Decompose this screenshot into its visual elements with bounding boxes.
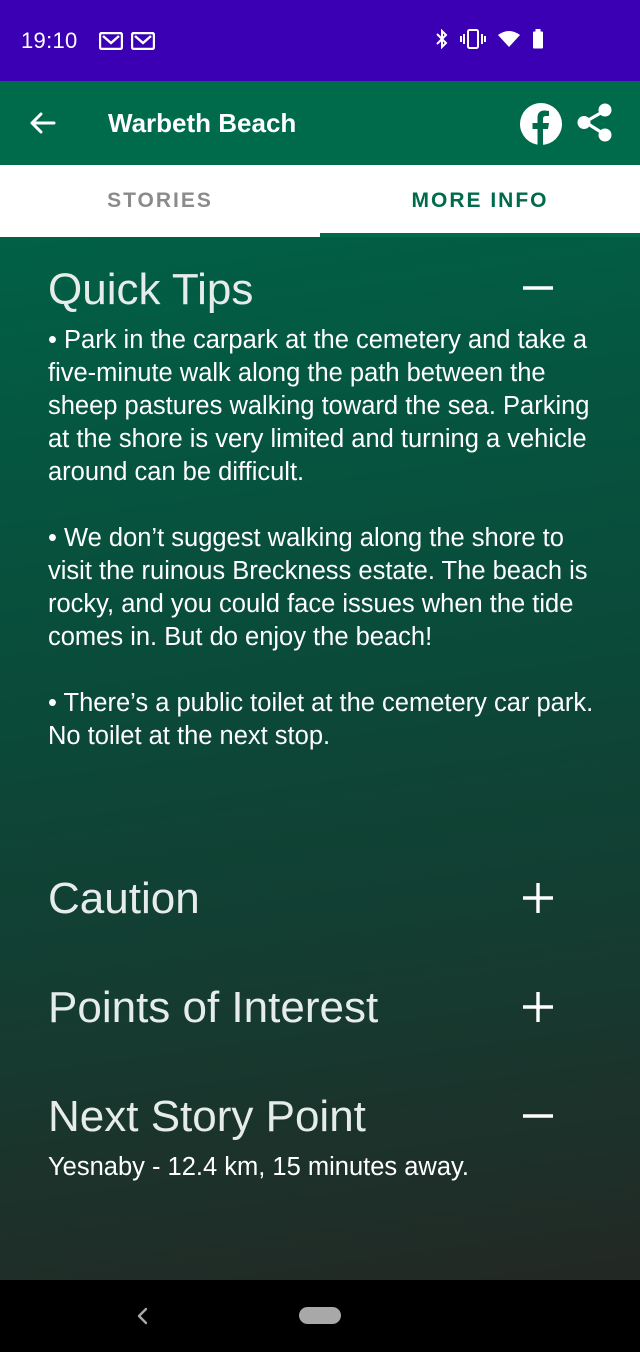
gmail-icon (98, 31, 124, 51)
quick-tips-collapse-button[interactable] (519, 269, 557, 307)
chevron-left-icon (137, 1307, 148, 1325)
quick-tips-heading[interactable]: Quick Tips (48, 265, 253, 315)
bluetooth-icon (436, 28, 448, 54)
tab-stories[interactable]: STORIES (0, 165, 320, 237)
more-info-content[interactable]: Quick Tips • Park in the carpark at the … (0, 237, 640, 1280)
share-icon (577, 103, 612, 142)
points-of-interest-expand-button[interactable] (519, 988, 557, 1026)
app-bar: Warbeth Beach (0, 81, 640, 165)
next-story-point-collapse-button[interactable] (519, 1097, 557, 1135)
tip-toilet: • There’s a public toilet at the cemeter… (48, 689, 594, 750)
plus-icon (523, 992, 553, 1022)
plus-icon (523, 883, 553, 913)
nav-home-pill[interactable] (299, 1307, 341, 1324)
caution-heading[interactable]: Caution (48, 874, 200, 924)
minus-icon (523, 286, 553, 290)
battery-icon (532, 28, 544, 54)
tab-more-info[interactable]: MORE INFO (320, 165, 640, 237)
facebook-icon (520, 103, 562, 145)
quick-tips-body: • Park in the carpark at the cemetery an… (48, 324, 608, 753)
page-title: Warbeth Beach (108, 108, 297, 138)
next-story-point-text: Yesnaby - 12.4 km, 15 minutes away. (48, 1153, 469, 1181)
status-time: 19:10 (21, 28, 78, 53)
tip-shore-walk: • We don’t suggest walking along the sho… (48, 524, 588, 651)
share-button[interactable] (575, 102, 615, 144)
status-bar: 19:10 (0, 0, 640, 81)
tab-bar: STORIES MORE INFO (0, 165, 640, 237)
vibrate-icon (460, 28, 486, 54)
tip-parking: • Park in the carpark at the cemetery an… (48, 326, 590, 486)
facebook-share-button[interactable] (519, 102, 563, 146)
arrow-back-icon (30, 112, 56, 134)
wifi-icon (498, 30, 520, 53)
next-story-point-heading[interactable]: Next Story Point (48, 1092, 366, 1142)
minus-icon (523, 1114, 553, 1118)
nav-back-button[interactable] (132, 1304, 152, 1328)
caution-expand-button[interactable] (519, 879, 557, 917)
gmail-icon (130, 31, 156, 51)
back-button[interactable] (24, 105, 60, 141)
status-icons (436, 28, 544, 54)
points-of-interest-heading[interactable]: Points of Interest (48, 983, 378, 1033)
